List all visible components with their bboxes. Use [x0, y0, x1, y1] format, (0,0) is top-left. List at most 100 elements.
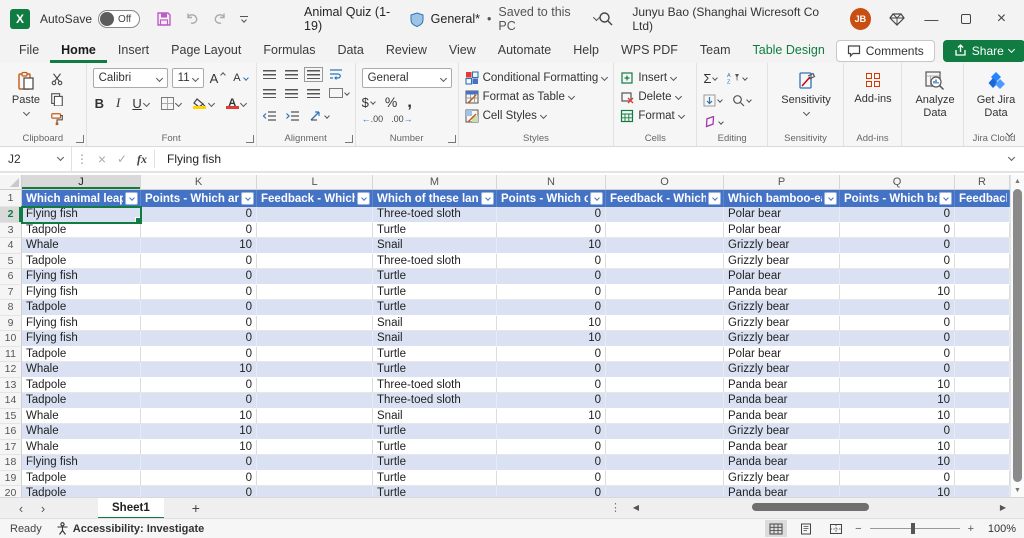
- filter-button-Q[interactable]: [939, 192, 952, 205]
- align-bottom-icon[interactable]: [303, 66, 323, 82]
- cell-O13[interactable]: [606, 377, 724, 393]
- filter-button-L[interactable]: [357, 192, 370, 205]
- fill-button[interactable]: [703, 90, 724, 110]
- cell-L8[interactable]: [257, 300, 373, 316]
- cell-Q12[interactable]: 0: [840, 362, 955, 378]
- cell-M6[interactable]: Turtle: [373, 269, 497, 285]
- cell-N15[interactable]: 10: [497, 408, 606, 424]
- cell-N20[interactable]: 0: [497, 486, 606, 497]
- cell-O4[interactable]: [606, 238, 724, 254]
- cell-L16[interactable]: [257, 424, 373, 440]
- cell-O17[interactable]: [606, 439, 724, 455]
- document-title[interactable]: Animal Quiz (1-19): [304, 5, 403, 33]
- row-header-4[interactable]: 4: [0, 238, 22, 254]
- cell-L18[interactable]: [257, 455, 373, 471]
- cell-Q18[interactable]: 10: [840, 455, 955, 471]
- table-header-cell-J1[interactable]: Which animal leaps o: [22, 190, 141, 207]
- cell-O15[interactable]: [606, 408, 724, 424]
- column-header-K[interactable]: K: [141, 175, 257, 189]
- font-size-select[interactable]: 11: [171, 68, 204, 88]
- cell-N16[interactable]: 0: [497, 424, 606, 440]
- cell-J16[interactable]: Whale: [22, 424, 141, 440]
- cell-L9[interactable]: [257, 315, 373, 331]
- cell-M20[interactable]: Turtle: [373, 486, 497, 497]
- cell-M9[interactable]: Snail: [373, 315, 497, 331]
- cell-N4[interactable]: 10: [497, 238, 606, 254]
- scroll-right-icon[interactable]: ▶: [996, 503, 1010, 512]
- decrease-decimal-button[interactable]: .00→: [391, 114, 413, 124]
- cell-J2[interactable]: Flying fish: [21, 206, 142, 224]
- cell-K10[interactable]: 0: [141, 331, 257, 347]
- minimize-button[interactable]: —: [923, 11, 940, 27]
- cell-R14[interactable]: [955, 393, 1010, 409]
- cell-N18[interactable]: 0: [497, 455, 606, 471]
- qat-customize-icon[interactable]: [240, 15, 249, 24]
- insert-cells-button[interactable]: Insert: [620, 68, 690, 87]
- bold-button[interactable]: B: [93, 93, 106, 113]
- add-sheet-button[interactable]: +: [192, 500, 200, 516]
- horizontal-scrollbar[interactable]: ⋮ ◀ ▶: [610, 497, 1010, 518]
- cell-J7[interactable]: Flying fish: [22, 284, 141, 300]
- cell-P17[interactable]: Panda bear: [724, 439, 840, 455]
- orientation-button[interactable]: [309, 106, 330, 126]
- format-cells-button[interactable]: Format: [620, 106, 690, 125]
- scroll-down-icon[interactable]: ▼: [1011, 487, 1024, 494]
- cell-L11[interactable]: [257, 346, 373, 362]
- cell-L14[interactable]: [257, 393, 373, 409]
- cell-R15[interactable]: [955, 408, 1010, 424]
- scrollbar-splitter-icon[interactable]: ⋮: [610, 501, 621, 514]
- cell-P14[interactable]: Panda bear: [724, 393, 840, 409]
- cell-M16[interactable]: Turtle: [373, 424, 497, 440]
- row-header-2[interactable]: 2: [0, 207, 22, 223]
- filter-button-P[interactable]: [824, 192, 837, 205]
- cell-J5[interactable]: Tadpole: [22, 253, 141, 269]
- name-box[interactable]: J2: [0, 147, 72, 171]
- tab-help[interactable]: Help: [562, 38, 610, 63]
- expand-formula-bar-icon[interactable]: [1007, 153, 1016, 162]
- cell-Q2[interactable]: 0: [840, 207, 955, 223]
- cell-L5[interactable]: [257, 253, 373, 269]
- cell-M17[interactable]: Turtle: [373, 439, 497, 455]
- cell-L2[interactable]: [257, 207, 373, 223]
- cell-N7[interactable]: 0: [497, 284, 606, 300]
- cell-R8[interactable]: [955, 300, 1010, 316]
- autosave-switch[interactable]: Off: [98, 10, 141, 28]
- undo-icon[interactable]: [184, 11, 200, 27]
- cell-M13[interactable]: Three-toed sloth: [373, 377, 497, 393]
- cell-M15[interactable]: Snail: [373, 408, 497, 424]
- wrap-text-icon[interactable]: [329, 68, 343, 80]
- cell-J12[interactable]: Whale: [22, 362, 141, 378]
- column-header-J[interactable]: J: [22, 175, 141, 189]
- row-header-6[interactable]: 6: [0, 269, 22, 285]
- cell-K8[interactable]: 0: [141, 300, 257, 316]
- cell-P12[interactable]: Grizzly bear: [724, 362, 840, 378]
- cell-P19[interactable]: Grizzly bear: [724, 470, 840, 486]
- cell-R6[interactable]: [955, 269, 1010, 285]
- avatar[interactable]: JB: [850, 8, 871, 30]
- zoom-slider[interactable]: [869, 523, 960, 534]
- number-format-select[interactable]: General: [361, 68, 452, 88]
- page-layout-view-button[interactable]: [795, 520, 817, 537]
- restore-button[interactable]: [958, 11, 975, 27]
- enter-icon[interactable]: ✓: [112, 152, 132, 166]
- row-header-12[interactable]: 12: [0, 362, 22, 378]
- decrease-font-icon[interactable]: A: [231, 68, 249, 88]
- tab-view[interactable]: View: [438, 38, 487, 63]
- zoom-level[interactable]: 100%: [982, 523, 1016, 535]
- cell-O14[interactable]: [606, 393, 724, 409]
- cell-O6[interactable]: [606, 269, 724, 285]
- row-header-18[interactable]: 18: [0, 455, 22, 471]
- comma-button[interactable]: ,: [407, 92, 412, 112]
- cell-P5[interactable]: Grizzly bear: [724, 253, 840, 269]
- tab-insert[interactable]: Insert: [107, 38, 160, 63]
- cell-K19[interactable]: 0: [141, 470, 257, 486]
- cell-styles-button[interactable]: Cell Styles: [465, 106, 608, 125]
- tab-page-layout[interactable]: Page Layout: [160, 38, 252, 63]
- align-top-icon[interactable]: [262, 69, 276, 79]
- cell-M11[interactable]: Turtle: [373, 346, 497, 362]
- cell-J3[interactable]: Tadpole: [22, 222, 141, 238]
- cell-K5[interactable]: 0: [141, 253, 257, 269]
- delete-cells-button[interactable]: Delete: [620, 87, 690, 106]
- sheet-tab-active[interactable]: Sheet1: [98, 497, 164, 519]
- cell-O20[interactable]: [606, 486, 724, 497]
